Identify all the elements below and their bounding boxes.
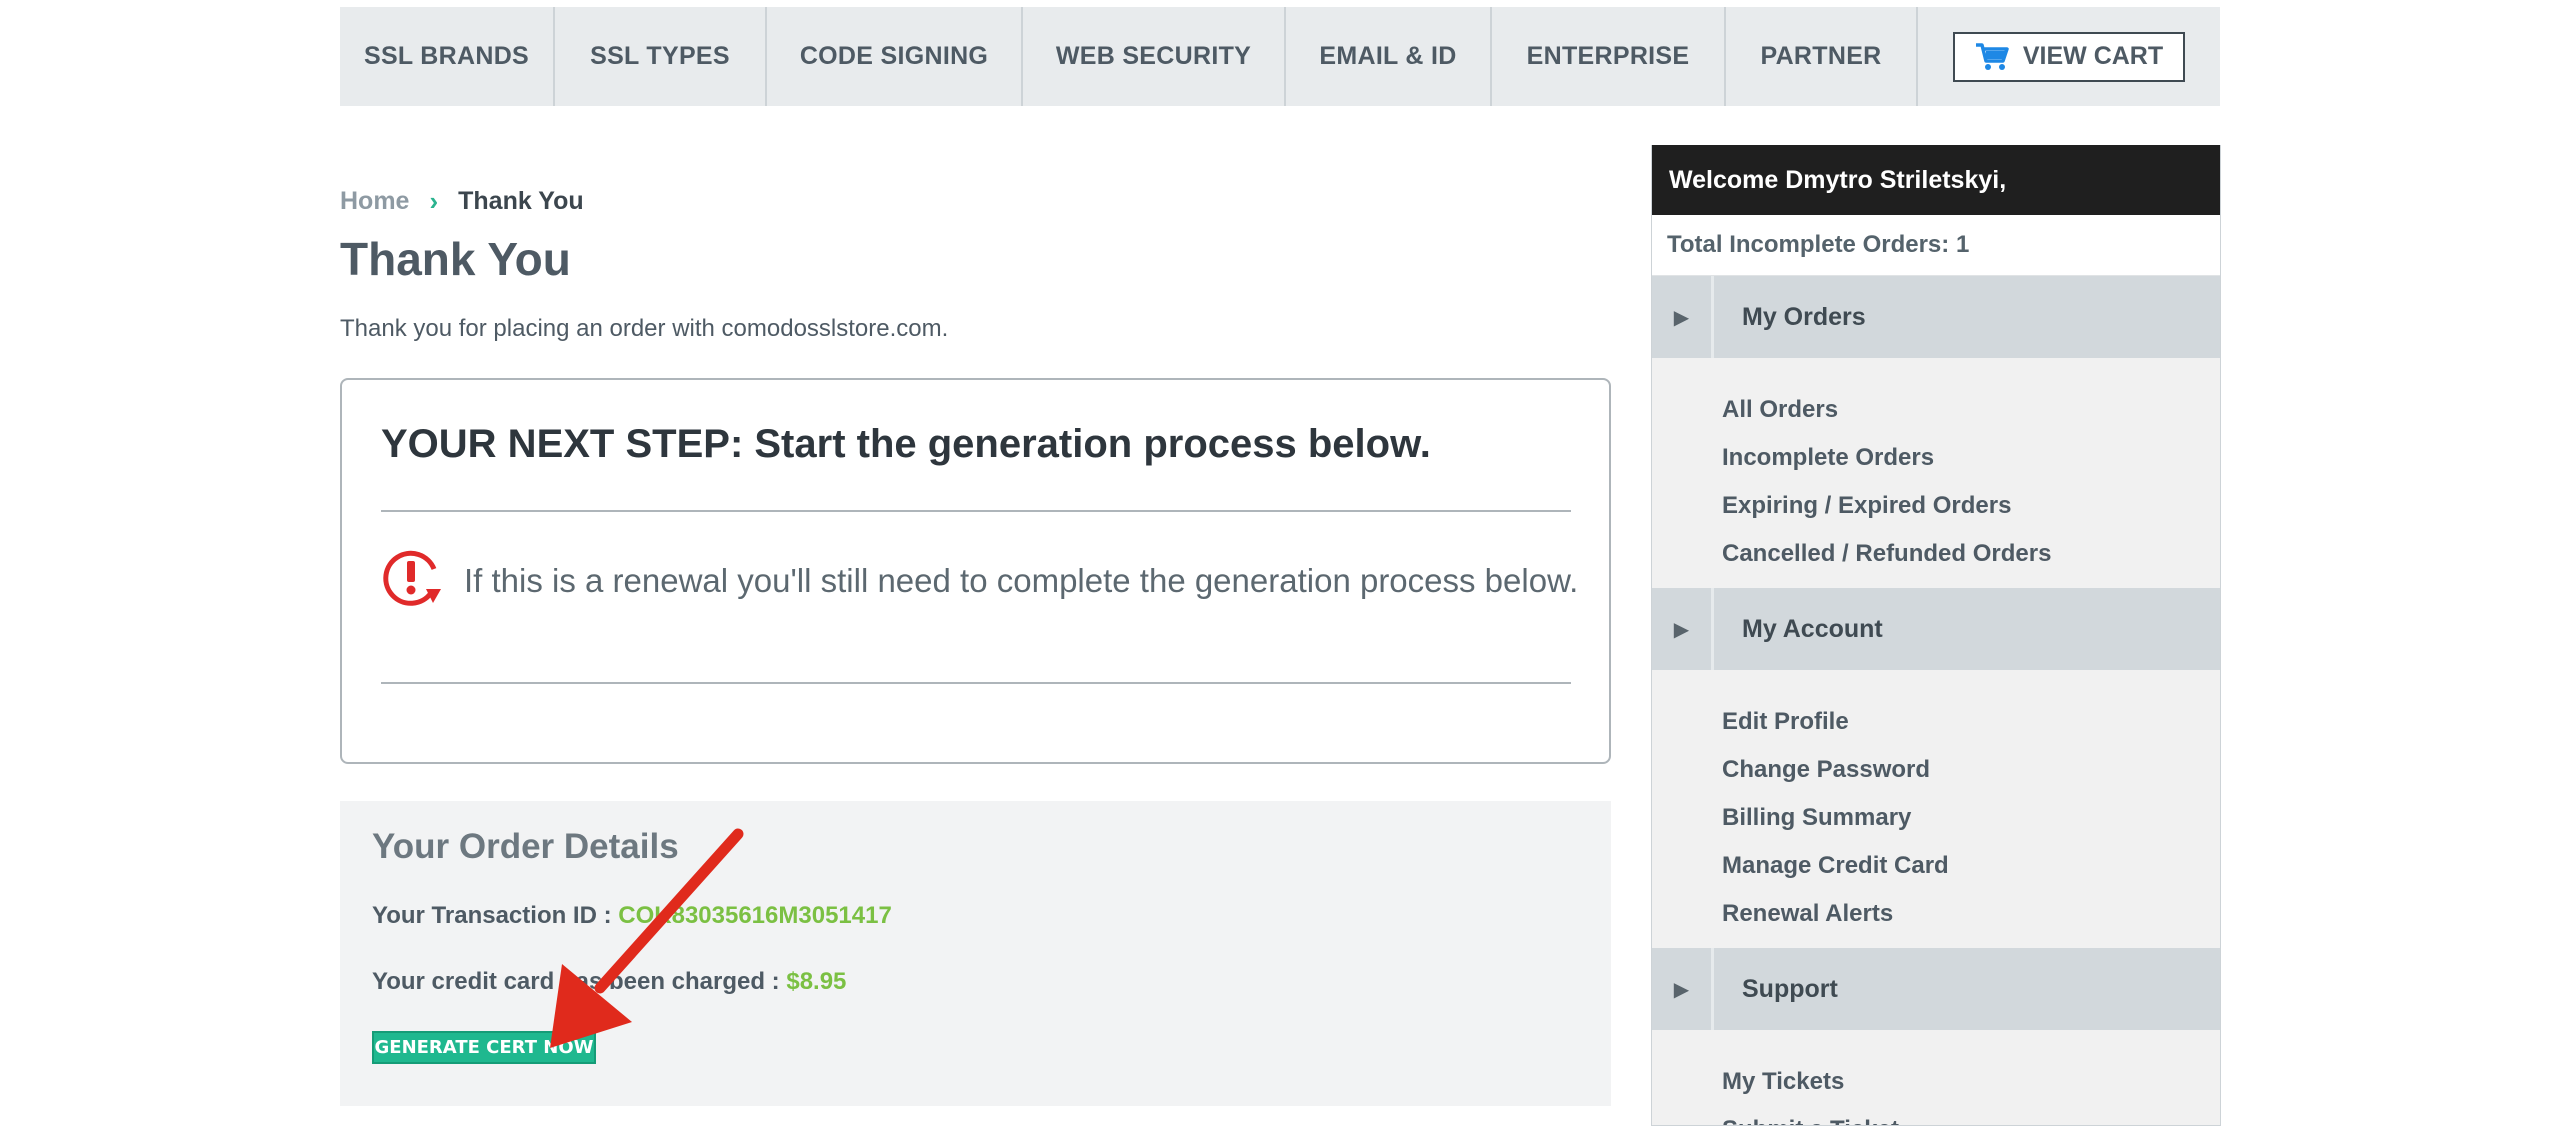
welcome-banner: Welcome Dmytro Striletskyi, (1652, 145, 2220, 215)
nav-code-signing[interactable]: CODE SIGNING (767, 7, 1023, 106)
chevron-right-icon: › (429, 186, 439, 216)
nav-partner[interactable]: PARTNER (1726, 7, 1918, 106)
caret-right-icon: ▶ (1652, 588, 1714, 670)
link-change-password[interactable]: Change Password (1722, 746, 2220, 794)
top-navigation: SSL BRANDS SSL TYPES CODE SIGNING WEB SE… (340, 7, 2220, 106)
link-edit-profile[interactable]: Edit Profile (1722, 698, 2220, 746)
intro-text: Thank you for placing an order with como… (340, 315, 949, 342)
renewal-note: If this is a renewal you'll still need t… (464, 562, 1579, 599)
section-label: My Orders (1742, 302, 1866, 331)
link-submit-ticket[interactable]: Submit a Ticket (1722, 1106, 2220, 1125)
divider (381, 682, 1571, 684)
nav-enterprise[interactable]: ENTERPRISE (1492, 7, 1726, 106)
transaction-row: Your Transaction ID : COK83035616M305141… (372, 902, 892, 930)
link-renewal-alerts[interactable]: Renewal Alerts (1722, 890, 2220, 938)
section-label: Support (1742, 974, 1838, 1003)
view-cart-button[interactable]: VIEW CART (1952, 31, 2186, 82)
generate-cert-button[interactable]: GENERATE CERT NOW (372, 1031, 596, 1064)
nav-web-security[interactable]: WEB SECURITY (1023, 7, 1286, 106)
breadcrumb-home[interactable]: Home (340, 187, 409, 216)
my-orders-links: All Orders Incomplete Orders Expiring / … (1652, 358, 2220, 588)
order-details: Your Order Details Your Transaction ID :… (340, 801, 1611, 1106)
next-step-box: YOUR NEXT STEP: Start the generation pro… (340, 378, 1611, 764)
renewal-alert-icon (383, 550, 441, 606)
link-billing-summary[interactable]: Billing Summary (1722, 794, 2220, 842)
link-incomplete-orders[interactable]: Incomplete Orders (1722, 434, 2220, 482)
cart-area: VIEW CART (1918, 7, 2220, 106)
my-account-links: Edit Profile Change Password Billing Sum… (1652, 670, 2220, 948)
nav-ssl-types[interactable]: SSL TYPES (555, 7, 767, 106)
breadcrumb-current: Thank You (458, 187, 584, 215)
divider (381, 510, 1571, 512)
section-my-orders[interactable]: ▶ My Orders (1652, 276, 2220, 358)
charged-row: Your credit card has been charged : $8.9… (372, 968, 846, 996)
charged-amount: $8.95 (786, 968, 847, 995)
next-step-heading: YOUR NEXT STEP: Start the generation pro… (381, 422, 1431, 466)
caret-right-icon: ▶ (1652, 276, 1714, 358)
account-sidebar: Welcome Dmytro Striletskyi, Total Incomp… (1651, 145, 2221, 1126)
view-cart-label: VIEW CART (2022, 42, 2164, 70)
link-manage-credit-card[interactable]: Manage Credit Card (1722, 842, 2220, 890)
charged-label: Your credit card has been charged : (372, 968, 780, 995)
section-my-account[interactable]: ▶ My Account (1652, 588, 2220, 670)
order-details-title: Your Order Details (372, 827, 679, 866)
link-cancelled-orders[interactable]: Cancelled / Refunded Orders (1722, 530, 2220, 578)
section-label: My Account (1742, 614, 1883, 643)
nav-email-id[interactable]: EMAIL & ID (1286, 7, 1492, 106)
caret-right-icon: ▶ (1652, 948, 1714, 1030)
breadcrumb: Home › Thank You (340, 186, 584, 217)
incomplete-orders-count: Total Incomplete Orders: 1 (1652, 215, 2220, 276)
transaction-label: Your Transaction ID : (372, 902, 612, 929)
link-expiring-orders[interactable]: Expiring / Expired Orders (1722, 482, 2220, 530)
page-title: Thank You (340, 233, 571, 285)
support-links: My Tickets Submit a Ticket (1652, 1030, 2220, 1125)
nav-ssl-brands[interactable]: SSL BRANDS (340, 7, 555, 106)
link-all-orders[interactable]: All Orders (1722, 386, 2220, 434)
section-support[interactable]: ▶ Support (1652, 948, 2220, 1030)
cart-icon (1975, 42, 2009, 70)
transaction-id: COK83035616M3051417 (618, 902, 892, 929)
link-my-tickets[interactable]: My Tickets (1722, 1058, 2220, 1106)
